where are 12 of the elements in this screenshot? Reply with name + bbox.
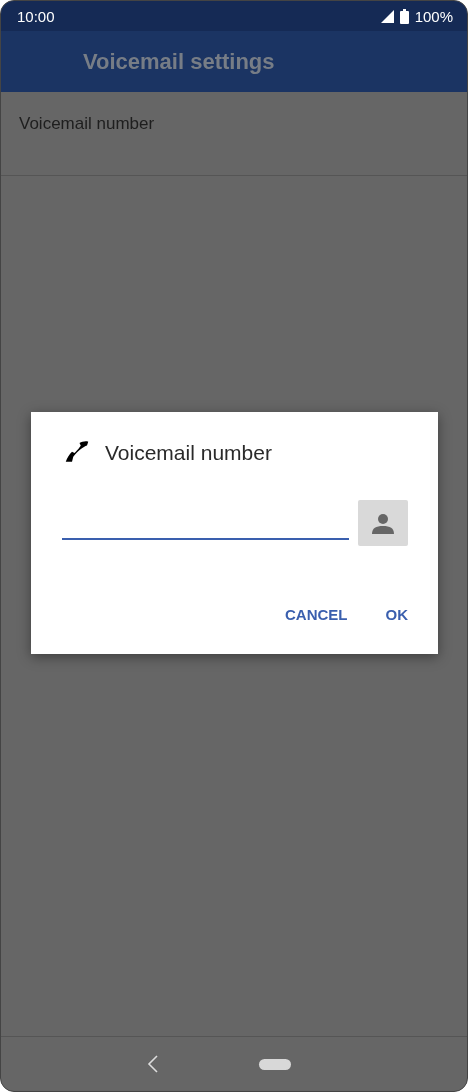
dialog-button[interactable]: OK bbox=[373, 598, 420, 631]
battery-percentage: 100% bbox=[414, 7, 453, 25]
home-button[interactable] bbox=[259, 1058, 291, 1070]
dialog-title: Voicemail number bbox=[105, 441, 272, 465]
dialog-button[interactable]: CANCEL bbox=[273, 598, 360, 631]
person-icon bbox=[372, 512, 394, 534]
battery-icon bbox=[399, 8, 409, 24]
back-icon[interactable] bbox=[147, 1055, 159, 1073]
toolbar-title: Voicemail settings bbox=[83, 48, 275, 75]
contact-picker-button[interactable] bbox=[358, 500, 408, 546]
signal-icon bbox=[380, 9, 394, 23]
status-time: 10:00 bbox=[17, 7, 56, 25]
